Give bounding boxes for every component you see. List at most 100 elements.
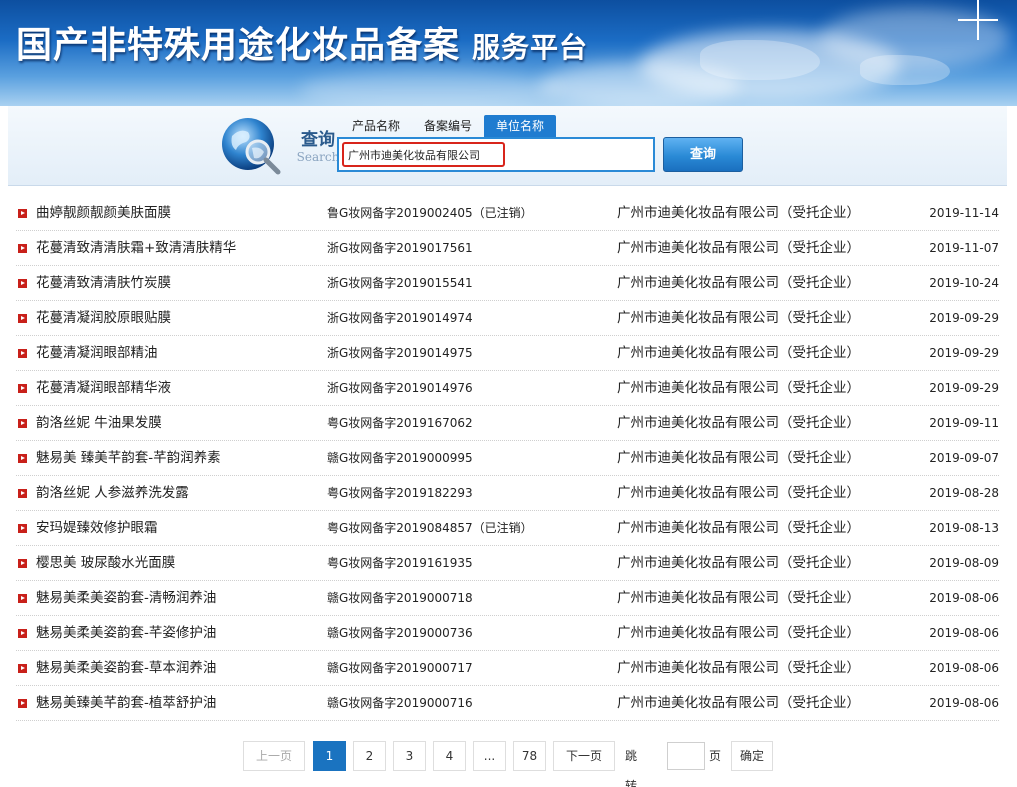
page-button-2[interactable]: 2 xyxy=(353,741,386,771)
filing-date: 2019-09-29 xyxy=(929,346,999,360)
bullet-icon xyxy=(18,454,27,463)
table-row: 花蔓清凝润眼部精华液 浙G妆网备字2019014976 广州市迪美化妆品有限公司（受… xyxy=(16,371,999,406)
tab-filing-number[interactable]: 备案编号 xyxy=(412,115,484,137)
filing-number: 粤G妆网备字2019084857（已注销） xyxy=(327,521,533,535)
filing-date: 2019-08-28 xyxy=(929,486,999,500)
filing-number: 赣G妆网备字2019000718 xyxy=(327,591,473,605)
bullet-icon xyxy=(18,699,27,708)
filing-date: 2019-09-11 xyxy=(929,416,999,430)
filing-number: 浙G妆网备字2019014976 xyxy=(327,381,473,395)
filing-date: 2019-08-06 xyxy=(929,591,999,605)
table-row: 花蔓清致清清肤霜+致清清肤精华 浙G妆网备字2019017561 广州市迪美化妆品有… xyxy=(16,231,999,266)
company-name: 广州市迪美化妆品有限公司（受托企业） xyxy=(617,380,860,396)
filing-number: 粤G妆网备字2019167062 xyxy=(327,416,473,430)
page-button-4[interactable]: 4 xyxy=(433,741,466,771)
filing-date: 2019-09-07 xyxy=(929,451,999,465)
globe-search-icon xyxy=(222,118,281,175)
company-name: 广州市迪美化妆品有限公司（受托企业） xyxy=(617,555,860,571)
jump-page-input[interactable] xyxy=(667,742,705,770)
filing-number: 浙G妆网备字2019014975 xyxy=(327,346,473,360)
jump-confirm-button[interactable]: 确定 xyxy=(731,741,773,771)
product-name-link[interactable]: 韵洛丝妮 人参滋养洗发露 xyxy=(36,476,321,511)
company-name: 广州市迪美化妆品有限公司（受托企业） xyxy=(617,590,860,606)
product-name-link[interactable]: 魅易美柔美姿韵套-草本润养油 xyxy=(36,651,321,686)
page-unit-label: 页 xyxy=(709,749,722,763)
filing-number: 赣G妆网备字2019000716 xyxy=(327,696,473,710)
bullet-icon xyxy=(18,559,27,568)
table-row: 魅易美 臻美芊韵套-芊韵润养素 赣G妆网备字2019000995 广州市迪美化妆品有… xyxy=(16,441,999,476)
search-input-frame xyxy=(337,137,655,172)
tab-product-name[interactable]: 产品名称 xyxy=(340,115,412,137)
filing-number: 粤G妆网备字2019182293 xyxy=(327,486,473,500)
search-input[interactable] xyxy=(342,142,505,167)
site-title-sub: 服务平台 xyxy=(472,31,589,64)
company-name: 广州市迪美化妆品有限公司（受托企业） xyxy=(617,310,860,326)
bullet-icon xyxy=(18,629,27,638)
table-row: 韵洛丝妮 牛油果发膜 粤G妆网备字2019167062 广州市迪美化妆品有限公司（受… xyxy=(16,406,999,441)
filing-number: 赣G妆网备字2019000736 xyxy=(327,626,473,640)
company-name: 广州市迪美化妆品有限公司（受托企业） xyxy=(617,625,860,641)
company-name: 广州市迪美化妆品有限公司（受托企业） xyxy=(617,205,860,221)
banner-map-shape xyxy=(860,55,950,85)
filing-number: 浙G妆网备字2019014974 xyxy=(327,311,473,325)
bullet-icon xyxy=(18,524,27,533)
table-row: 花蔓清凝润眼部精油 浙G妆网备字2019014975 广州市迪美化妆品有限公司（受托… xyxy=(16,336,999,371)
prev-page-button[interactable]: 上一页 xyxy=(243,741,305,771)
product-name-link[interactable]: 花蔓清凝润胶原眼贴膜 xyxy=(36,301,321,336)
banner-cloud xyxy=(300,70,560,106)
product-name-link[interactable]: 花蔓清凝润眼部精华液 xyxy=(36,371,321,406)
company-name: 广州市迪美化妆品有限公司（受托企业） xyxy=(617,275,860,291)
page-button-1[interactable]: 1 xyxy=(313,741,346,771)
company-name: 广州市迪美化妆品有限公司（受托企业） xyxy=(617,415,860,431)
filing-date: 2019-09-29 xyxy=(929,311,999,325)
next-page-button[interactable]: 下一页 xyxy=(553,741,615,771)
product-name-link[interactable]: 魅易美柔美姿韵套-芊姿修护油 xyxy=(36,616,321,651)
product-name-link[interactable]: 安玛媞臻效修护眼霜 xyxy=(36,511,321,546)
bullet-icon xyxy=(18,279,27,288)
bullet-icon xyxy=(18,244,27,253)
product-name-link[interactable]: 曲婷靓颜靓颜美肤面膜 xyxy=(36,196,321,231)
product-name-link[interactable]: 魅易美臻美芊韵套-植萃舒护油 xyxy=(36,686,321,721)
table-row: 魅易美臻美芊韵套-植萃舒护油 赣G妆网备字2019000716 广州市迪美化妆品有限… xyxy=(16,686,999,721)
company-name: 广州市迪美化妆品有限公司（受托企业） xyxy=(617,485,860,501)
product-name-link[interactable]: 花蔓清致清清肤竹炭膜 xyxy=(36,266,321,301)
filing-date: 2019-10-24 xyxy=(929,276,999,290)
table-row: 花蔓清凝润胶原眼贴膜 浙G妆网备字2019014974 广州市迪美化妆品有限公司（受… xyxy=(16,301,999,336)
filing-number: 浙G妆网备字2019017561 xyxy=(327,241,473,255)
site-title: 国产非特殊用途化妆品备案 服务平台 xyxy=(16,16,588,68)
filing-date: 2019-08-06 xyxy=(929,661,999,675)
filing-number: 粤G妆网备字2019161935 xyxy=(327,556,473,570)
page-button-3[interactable]: 3 xyxy=(393,741,426,771)
table-row: 樱思美 玻尿酸水光面膜 粤G妆网备字2019161935 广州市迪美化妆品有限公司（… xyxy=(16,546,999,581)
company-name: 广州市迪美化妆品有限公司（受托企业） xyxy=(617,695,860,711)
results-list: 曲婷靓颜靓颜美肤面膜 鲁G妆网备字2019002405（已注销） 广州市迪美化妆品有… xyxy=(16,196,999,721)
bullet-icon xyxy=(18,384,27,393)
bullet-icon xyxy=(18,594,27,603)
table-row: 魅易美柔美姿韵套-草本润养油 赣G妆网备字2019000717 广州市迪美化妆品有限… xyxy=(16,651,999,686)
table-row: 安玛媞臻效修护眼霜 粤G妆网备字2019084857（已注销） 广州市迪美化妆品有限… xyxy=(16,511,999,546)
filing-date: 2019-09-29 xyxy=(929,381,999,395)
tab-company-name[interactable]: 单位名称 xyxy=(484,115,557,137)
table-row: 魅易美柔美姿韵套-清畅润养油 赣G妆网备字2019000718 广州市迪美化妆品有限… xyxy=(16,581,999,616)
bullet-icon xyxy=(18,349,27,358)
company-name: 广州市迪美化妆品有限公司（受托企业） xyxy=(617,240,860,256)
header-banner: 国产非特殊用途化妆品备案 服务平台 xyxy=(0,0,1017,106)
page-button-last[interactable]: 78 xyxy=(513,741,546,771)
product-name-link[interactable]: 花蔓清致清清肤霜+致清清肤精华 xyxy=(36,231,321,266)
product-name-link[interactable]: 花蔓清凝润眼部精油 xyxy=(36,336,321,371)
product-name-link[interactable]: 樱思美 玻尿酸水光面膜 xyxy=(36,546,321,581)
filing-date: 2019-11-07 xyxy=(929,241,999,255)
search-button[interactable]: 查询 xyxy=(663,137,743,172)
table-row: 花蔓清致清清肤竹炭膜 浙G妆网备字2019015541 广州市迪美化妆品有限公司（受… xyxy=(16,266,999,301)
product-name-link[interactable]: 魅易美柔美姿韵套-清畅润养油 xyxy=(36,581,321,616)
filing-number: 赣G妆网备字2019000995 xyxy=(327,451,473,465)
product-name-link[interactable]: 魅易美 臻美芊韵套-芊韵润养素 xyxy=(36,441,321,476)
filing-date: 2019-08-06 xyxy=(929,696,999,710)
bullet-icon xyxy=(18,314,27,323)
company-name: 广州市迪美化妆品有限公司（受托企业） xyxy=(617,450,860,466)
product-name-link[interactable]: 韵洛丝妮 牛油果发膜 xyxy=(36,406,321,441)
bullet-icon xyxy=(18,664,27,673)
filing-date: 2019-11-14 xyxy=(929,206,999,220)
table-row: 曲婷靓颜靓颜美肤面膜 鲁G妆网备字2019002405（已注销） 广州市迪美化妆品有… xyxy=(16,196,999,231)
page-ellipsis: ... xyxy=(473,741,506,771)
